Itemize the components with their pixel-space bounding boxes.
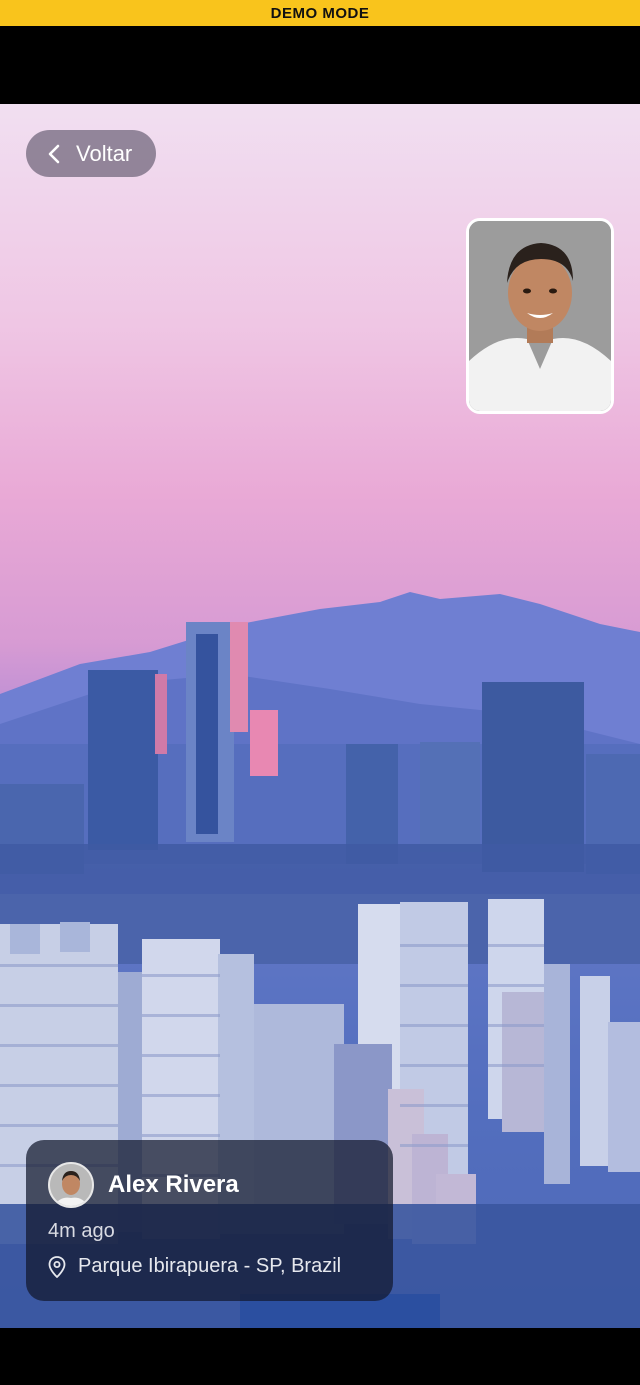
avatar-portrait — [50, 1164, 92, 1206]
user-row: Alex Rivera — [48, 1162, 371, 1208]
avatar[interactable] — [48, 1162, 94, 1208]
user-name[interactable]: Alex Rivera — [108, 1171, 239, 1199]
status-bar-area — [0, 26, 640, 104]
post-location: Parque Ibirapuera - SP, Brazil — [48, 1255, 371, 1278]
back-button[interactable]: Voltar — [26, 130, 156, 177]
back-button-label: Voltar — [76, 140, 133, 166]
selfie-portrait — [469, 221, 611, 411]
map-pin-icon — [48, 1255, 68, 1278]
location-label: Parque Ibirapuera - SP, Brazil — [78, 1255, 342, 1277]
post-timestamp: 4m ago — [48, 1220, 115, 1242]
home-indicator-area — [0, 1328, 640, 1385]
selfie-thumbnail[interactable] — [466, 218, 614, 414]
post-info-card: Alex Rivera 4m ago Parque Ibirapuera - S… — [26, 1140, 393, 1301]
demo-mode-label: DEMO MODE — [270, 4, 370, 22]
demo-mode-banner: DEMO MODE — [0, 0, 640, 26]
chevron-left-icon — [48, 143, 64, 165]
